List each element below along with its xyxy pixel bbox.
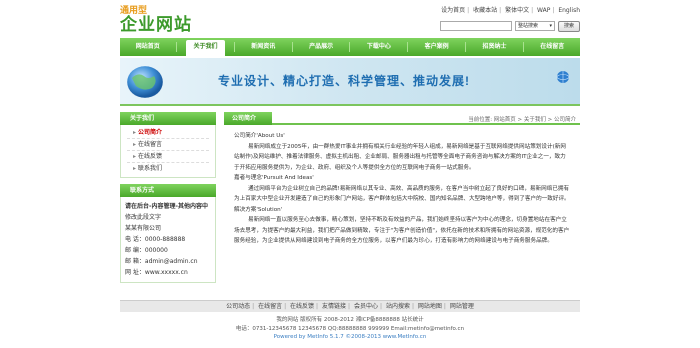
sidebar-item-company-profile[interactable]: ▸ 公司简介 [127,127,209,139]
arrow-icon: ▸ [133,153,137,160]
sidebar-item-message[interactable]: ▸ 在线留言 [127,139,209,151]
banner-slogan: 专业设计、精心打造、科学管理、推动发展! [218,74,470,88]
nav-downloads[interactable]: 下载中心 [360,40,398,54]
contact-body: 请在后台-内容管理-其他内容中 修改此段文字 某某有限公司 电 话：0000-8… [120,197,216,283]
contact-row: 请在后台-内容管理-其他内容中 [125,203,208,210]
section-heading: 嘉者与理念'Pursuit And Ideas' [234,175,314,181]
arrow-icon: ▸ [133,129,137,136]
sidebar: 关于我们 ▸ 公司简介 ▸ 在线留言 ▸ 在线反馈 ▸ 联系我们 联系方式 请在后台-内… [120,112,216,283]
top-links: 设为首页 | 收藏本站 | 繁体中文 | WAP | English [441,7,580,14]
article-body: 公司简介'About Us' 易新网络成立于2005年，由一群热爱IT事业并拥有… [224,125,580,247]
link-traditional-chinese[interactable]: 繁体中文 [505,7,529,14]
footer-link-news[interactable]: 公司动态 [226,303,250,310]
footer-link-search[interactable]: 站内搜索 [386,303,410,310]
content-tab: 公司简介 [224,112,272,125]
content-header: 公司简介 当前位置: 网站首页 > 关于我们 > 公司简介 [224,112,580,125]
paragraph: 易新网络一直以服务至心去做事，精心策划，坚持不断及有效益的产品，我们始终坚持以客… [234,217,570,244]
link-wap[interactable]: WAP [537,7,550,14]
sidebar-item-label: 在线反馈 [138,153,163,160]
footer-contact: 电话：0731-12345678 12345678 QQ:88888888 99… [235,325,465,332]
nav-divider [291,42,293,52]
paragraph: 通过网络平台为企业树立自己的品牌!易新网络以其专业、高效、高品质的服务，在客户当… [234,185,570,203]
nav-divider [176,42,178,52]
main-nav: 网站首页 关于我们 新闻资讯 产品展示 下载中心 客户案例 招贤纳士 在线留言 [120,38,580,56]
search-scope-value: 整站搜索 [518,23,539,29]
nav-divider [407,42,409,52]
arrow-icon: ▸ [133,141,137,148]
link-set-homepage[interactable]: 设为首页 [441,7,465,14]
contact-phone: 电 话：0000-888888 [125,236,186,243]
nav-message[interactable]: 在线留言 [533,40,571,54]
link-bookmark[interactable]: 收藏本站 [473,7,497,14]
footer-link-sitemap[interactable]: 网站地图 [418,303,442,310]
paragraph: 易新网络成立于2005年，由一群热爱IT事业并拥有相关行业经验的年轻人组成，易新… [234,143,566,171]
footer-link-friends[interactable]: 友情链接 [322,303,346,310]
footer-link-admin[interactable]: 网站管理 [450,303,474,310]
chevron-down-icon: ▾ [549,23,552,29]
section-heading: 解决方案'Solution' [234,206,283,213]
footer-powered[interactable]: Powered by MetInfo 5.1.7 ©2008-2013 www.… [120,333,580,342]
search-button[interactable]: 搜索 [558,20,580,32]
nav-divider [233,42,235,52]
sidebar-list: ▸ 公司简介 ▸ 在线留言 ▸ 在线反馈 ▸ 联系我们 [120,125,216,178]
contact-row: 某某有限公司 [125,225,162,232]
footer-info: 我的网站 版权所有 2008-2012 湘ICP备8888888 站长统计 电话… [120,316,580,342]
contact-row: 修改此段文字 [125,214,162,221]
footer-link-member[interactable]: 会员中心 [354,303,378,310]
nav-news[interactable]: 新闻资讯 [244,40,282,54]
search-bar: 整站搜索 ▾ 搜索 [440,20,580,32]
site-logo[interactable]: 通用型 企业网站 [120,5,210,35]
sidebar-item-feedback[interactable]: ▸ 在线反馈 [127,151,209,163]
link-english[interactable]: English [558,7,580,14]
sidebar-item-label: 联系我们 [138,165,163,172]
sidebar-item-label: 公司简介 [138,129,163,136]
footer-link-feedback[interactable]: 在线反馈 [290,303,314,310]
nav-home[interactable]: 网站首页 [129,40,167,54]
contact-box: 联系方式 请在后台-内容管理-其他内容中 修改此段文字 某某有限公司 电 话：0… [120,184,216,283]
footer-link-message[interactable]: 在线留言 [258,303,282,310]
nav-products[interactable]: 产品展示 [302,40,340,54]
nav-jobs[interactable]: 招贤纳士 [475,40,513,54]
contact-website[interactable]: 网 址：www.xxxxx.cn [125,267,211,278]
main-content: 公司简介 当前位置: 网站首页 > 关于我们 > 公司简介 公司简介'About… [224,112,580,298]
footer-links: 公司动态 | 在线留言 | 在线反馈 | 友情链接 | 会员中心 | 站内搜索 | 网站地图… [120,300,580,312]
sidebar-item-contact[interactable]: ▸ 联系我们 [127,163,209,175]
banner: 专业设计、精心打造、科学管理、推动发展! [120,58,580,106]
section-heading: 公司简介'About Us' [234,133,285,139]
nav-divider [522,42,524,52]
sidebar-title: 关于我们 [120,112,216,125]
nav-about[interactable]: 关于我们 [186,40,225,56]
contact-email[interactable]: 邮 箱：admin@admin.cn [125,256,211,267]
contact-title: 联系方式 [120,184,216,197]
small-globe-icon [556,71,570,83]
breadcrumb: 当前位置: 网站首页 > 关于我们 > 公司简介 [468,117,576,123]
nav-divider [465,42,467,52]
globe-icon [126,65,164,99]
logo-line1: 通用型 [120,5,148,15]
contact-postcode: 邮 编：000000 [125,247,168,254]
footer-copyright: 我的网站 版权所有 2008-2012 湘ICP备8888888 站长统计 [276,317,424,323]
sidebar-item-label: 在线留言 [138,141,163,148]
logo-line2: 企业网站 [120,15,192,34]
search-input[interactable] [440,21,512,31]
nav-cases[interactable]: 客户案例 [418,40,456,54]
arrow-icon: ▸ [133,165,137,172]
nav-divider [349,42,351,52]
search-scope-select[interactable]: 整站搜索 ▾ [515,21,555,31]
